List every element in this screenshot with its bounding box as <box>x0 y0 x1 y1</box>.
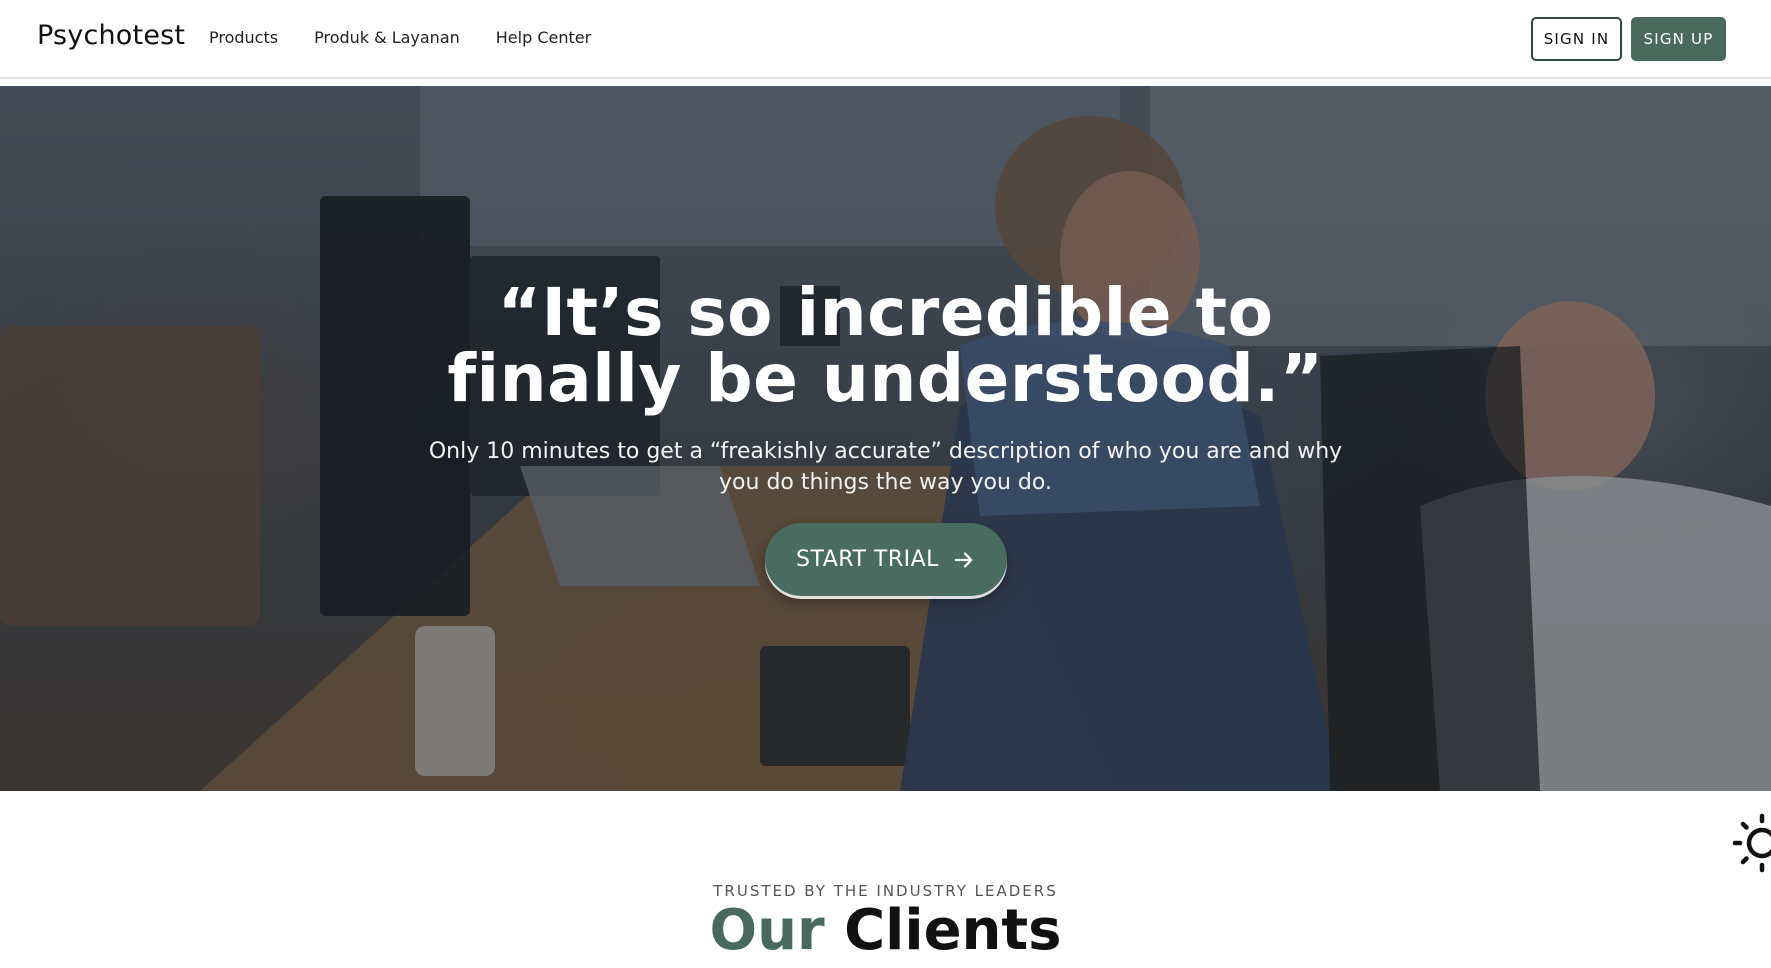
start-trial-button[interactable]: START TRIAL <box>764 523 1007 596</box>
sign-up-button[interactable]: SIGN UP <box>1631 17 1726 61</box>
nav-link-help-center[interactable]: Help Center <box>496 28 591 47</box>
hero-content: “It’s so incredible to finally be unders… <box>0 86 1771 791</box>
hero-subtitle: Only 10 minutes to get a “freakishly acc… <box>428 439 1343 495</box>
nav-link-produk-layanan[interactable]: Produk & Layanan <box>314 28 460 47</box>
arrow-right-icon <box>954 551 973 568</box>
clients-heading-rest: Clients <box>844 898 1062 963</box>
sign-in-button[interactable]: SIGN IN <box>1531 17 1622 61</box>
main-nav: Products Produk & Layanan Help Center <box>209 28 591 47</box>
start-trial-label: START TRIAL <box>796 547 939 572</box>
sun-spinner-icon <box>1732 813 1771 873</box>
hero-title: “It’s so incredible to finally be unders… <box>447 274 1324 417</box>
clients-heading: Our Clients <box>0 896 1771 966</box>
brand-logo[interactable]: Psychotest <box>37 20 185 51</box>
nav-link-products[interactable]: Products <box>209 28 278 47</box>
hero-section: “It’s so incredible to finally be unders… <box>0 86 1771 791</box>
clients-heading-accent: Our <box>709 898 825 963</box>
top-navbar: Psychotest Products Produk & Layanan Hel… <box>0 0 1771 79</box>
